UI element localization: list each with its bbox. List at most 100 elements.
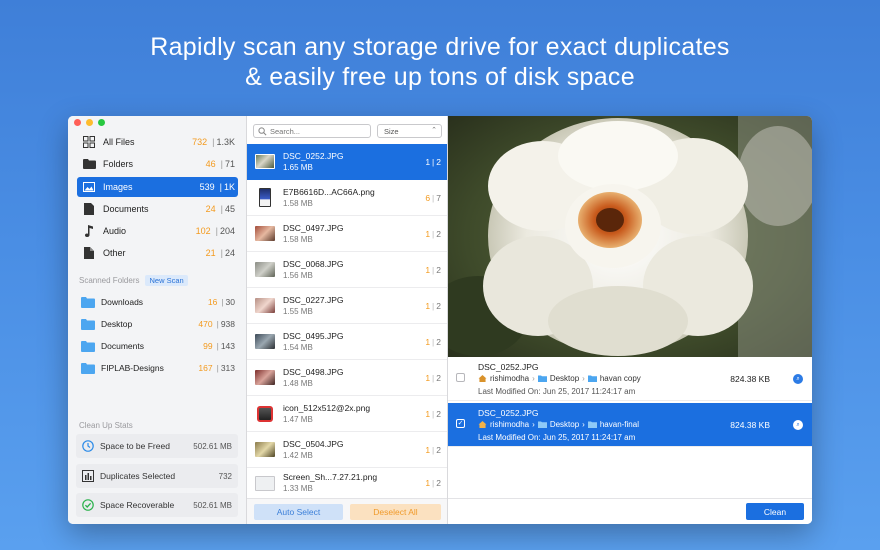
category-label: Images xyxy=(103,182,133,192)
file-row[interactable]: DSC_0498.JPG 1.48 MB 1 | 2 xyxy=(247,360,447,396)
scanned-folders-header: Scanned Folders New Scan xyxy=(79,275,188,286)
duplicate-checkbox[interactable] xyxy=(456,373,465,382)
total-count: 1K xyxy=(223,182,235,192)
file-path: rishimodha › Desktop › havan copy xyxy=(478,374,641,383)
file-row[interactable]: DSC_0227.JPG 1.55 MB 1 | 2 xyxy=(247,288,447,324)
file-size: 1.58 MB xyxy=(283,198,313,208)
clean-up-stats-header: Clean Up Stats xyxy=(79,421,133,430)
file-name: DSC_0497.JPG xyxy=(283,222,344,233)
category-audio[interactable]: Audio 102 | 204 xyxy=(77,221,238,241)
reveal-in-finder-icon[interactable]: ⌕ xyxy=(793,374,803,384)
duplicate-ratio: 6 | 7 xyxy=(425,192,441,203)
category-documents[interactable]: Documents 24 | 45 xyxy=(77,199,238,219)
path-segment[interactable]: havan-final xyxy=(600,420,639,429)
headline-line-2: & easily free up tons of disk space xyxy=(245,63,635,91)
total-count: 313 xyxy=(220,363,235,373)
file-name: DSC_0252.JPG xyxy=(283,150,344,161)
grid-icon xyxy=(81,135,97,149)
screenshot-thumbnail xyxy=(255,475,275,491)
duplicate-ratio: 1 | 2 xyxy=(425,264,441,275)
duplicate-ratio: 1 | 2 xyxy=(425,478,441,488)
category-folders[interactable]: Folders 46 | 71 xyxy=(77,154,238,174)
category-label: Audio xyxy=(103,226,127,236)
category-label: Other xyxy=(103,248,126,258)
search-box[interactable] xyxy=(253,124,371,138)
path-segment[interactable]: rishimodha xyxy=(490,374,529,383)
file-size: 1.42 MB xyxy=(283,450,313,460)
file-name: icon_512x512@2x.png xyxy=(283,402,371,413)
total-count: 71 xyxy=(224,159,235,169)
sort-select-value: Size xyxy=(384,126,399,136)
photo-thumbnail xyxy=(255,226,275,241)
total-count: 1.3K xyxy=(216,137,235,147)
home-icon xyxy=(478,375,487,382)
photo-thumbnail xyxy=(255,370,275,385)
scanned-folder-documents[interactable]: Documents 99 | 143 xyxy=(77,337,238,355)
auto-select-button[interactable]: Auto Select xyxy=(254,504,343,520)
category-all-files[interactable]: All Files 732 | 1.3K xyxy=(77,132,238,152)
zoom-window-button[interactable] xyxy=(98,119,105,126)
file-row[interactable]: E7B6616D...AC66A.png 1.58 MB 6 | 7 xyxy=(247,180,447,216)
stat-value: 732 xyxy=(218,471,232,481)
file-row[interactable]: DSC_0497.JPG 1.58 MB 1 | 2 xyxy=(247,216,447,252)
file-row[interactable]: DSC_0504.JPG 1.42 MB 1 | 2 xyxy=(247,432,447,468)
folder-icon xyxy=(537,375,547,382)
image-icon xyxy=(81,180,97,194)
path-segment[interactable]: rishimodha xyxy=(490,420,529,429)
duplicate-checkbox[interactable]: ✓ xyxy=(456,419,465,428)
file-name: DSC_0068.JPG xyxy=(283,258,344,269)
file-name: E7B6616D...AC66A.png xyxy=(283,186,375,197)
file-name: DSC_0495.JPG xyxy=(283,330,344,341)
scanned-folder-fiplab-designs[interactable]: FIPLAB-Designs 167 | 313 xyxy=(77,359,238,377)
scanned-folder-desktop[interactable]: Desktop 470 | 938 xyxy=(77,315,238,333)
duplicate-entry[interactable]: ✓ DSC_0252.JPG rishimodha › Desktop › ha… xyxy=(448,403,812,447)
file-row[interactable]: icon_512x512@2x.png 1.47 MB 1 | 2 xyxy=(247,396,447,432)
section-title: Scanned Folders xyxy=(79,276,140,285)
section-title: Clean Up Stats xyxy=(79,421,133,430)
file-size: 1.65 MB xyxy=(283,162,313,172)
duplicate-ratio: 1 | 2 xyxy=(425,300,441,311)
scanned-folder-downloads[interactable]: Downloads 16 | 30 xyxy=(77,293,238,311)
deselect-all-button[interactable]: Deselect All xyxy=(350,504,441,520)
stat-space-recoverable: Space Recoverable 502.61 MB xyxy=(76,493,238,517)
file-row[interactable]: DSC_0252.JPG 1.65 MB 1 | 2 xyxy=(247,144,447,180)
duplicate-ratio: 1 | 2 xyxy=(425,444,441,455)
category-images[interactable]: Images 539 | 1K xyxy=(77,177,238,197)
reveal-in-finder-icon[interactable]: ⌕ xyxy=(793,420,803,430)
path-segment[interactable]: Desktop xyxy=(550,420,579,429)
file-size: 1.56 MB xyxy=(283,270,313,280)
folder-icon xyxy=(81,157,97,171)
file-size: 1.47 MB xyxy=(283,414,313,424)
photo-thumbnail xyxy=(255,154,275,169)
sidebar: All Files 732 | 1.3K Folders 46 | 71 Ima… xyxy=(68,116,247,524)
total-count: 24 xyxy=(224,248,235,258)
duplicate-count: 102 xyxy=(195,226,211,236)
folder-label: Downloads xyxy=(101,297,144,307)
checkmark-circle-icon xyxy=(82,499,94,511)
path-segment[interactable]: Desktop xyxy=(550,374,579,383)
duplicate-entry[interactable]: DSC_0252.JPG rishimodha › Desktop › hava… xyxy=(448,357,812,401)
search-input[interactable] xyxy=(270,126,365,136)
folder-icon xyxy=(587,375,597,382)
stat-value: 502.61 MB xyxy=(193,500,232,510)
sort-select[interactable]: Size ⌃ xyxy=(377,124,442,138)
file-size: 1.55 MB xyxy=(283,306,313,316)
close-window-button[interactable] xyxy=(74,119,81,126)
category-other[interactable]: Other 21 | 24 xyxy=(77,243,238,263)
last-modified: Last Modified On: Jun 25, 2017 11:24:17 … xyxy=(478,387,636,396)
new-scan-button[interactable]: New Scan xyxy=(145,275,188,286)
duplicate-file-name: DSC_0252.JPG xyxy=(478,362,539,372)
file-row[interactable]: DSC_0068.JPG 1.56 MB 1 | 2 xyxy=(247,252,447,288)
duplicate-ratio: 1 | 2 xyxy=(425,372,441,383)
duplicate-count: 167 xyxy=(198,363,213,373)
file-row[interactable]: Screen_Sh...7.27.21.png 1.33 MB 1 | 2 xyxy=(247,468,447,498)
path-segment[interactable]: havan copy xyxy=(600,374,641,383)
clean-button[interactable]: Clean xyxy=(746,503,804,520)
minimize-window-button[interactable] xyxy=(86,119,93,126)
clock-icon xyxy=(82,440,94,452)
duplicate-count: 46 xyxy=(205,159,216,169)
total-count: 30 xyxy=(225,297,235,307)
file-size: 1.58 MB xyxy=(283,234,313,244)
duplicate-ratio: 1 | 2 xyxy=(425,336,441,347)
file-row[interactable]: DSC_0495.JPG 1.54 MB 1 | 2 xyxy=(247,324,447,360)
